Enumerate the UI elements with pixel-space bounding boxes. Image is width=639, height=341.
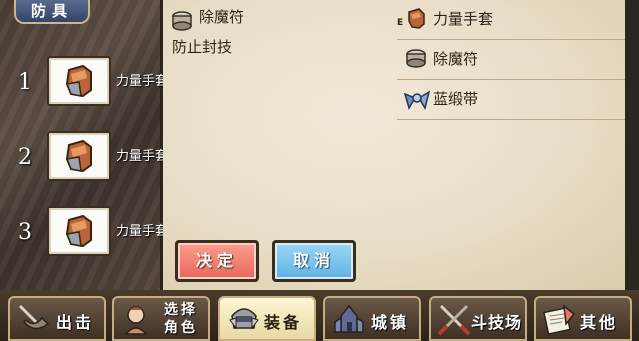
nav-tab-other[interactable]: 其他 — [534, 296, 632, 341]
list-item-label: 除魔符 — [433, 50, 479, 68]
equip-slot-2[interactable]: 2 力量手套 — [0, 131, 163, 189]
slot-item-name: 力量手套 — [116, 224, 163, 239]
slot-item-name: 力量手套 — [116, 74, 163, 89]
arena-icon — [437, 304, 471, 336]
nav-tab-town[interactable]: 城镇 — [323, 296, 421, 341]
detail-item-name: 除魔符 — [199, 8, 245, 26]
nav-tab-label: 出击 — [56, 313, 95, 332]
character-icon — [124, 306, 148, 335]
other-icon — [543, 304, 576, 335]
slot-item-name: 力量手套 — [116, 149, 163, 164]
nav-tab-equipment[interactable]: 装备 — [218, 296, 316, 341]
equip-slot-1[interactable]: 1 力量手套 — [0, 56, 163, 114]
list-item[interactable]: 除魔符 — [397, 40, 625, 80]
slot-number: 1 — [18, 70, 32, 95]
nav-tab-label: 斗技场 — [471, 313, 523, 332]
gauntlet-icon — [65, 64, 92, 98]
amulet-icon — [172, 11, 192, 31]
list-item[interactable]: E 力量手套 — [397, 0, 625, 40]
nav-tab-label: 城镇 — [371, 313, 410, 332]
equipment-icon — [229, 308, 259, 330]
gauntlet-icon — [65, 214, 92, 248]
panel-edge — [625, 0, 639, 290]
equip-slot-3[interactable]: 3 力量手套 — [0, 206, 163, 264]
list-item[interactable]: 蓝缎带 — [397, 80, 625, 120]
gauntlet-icon — [408, 8, 425, 29]
slot-item-box[interactable] — [47, 206, 111, 256]
gauntlet-icon — [65, 139, 92, 173]
slot-item-box[interactable] — [47, 131, 111, 181]
town-icon — [334, 304, 364, 333]
sortie-icon — [18, 304, 50, 330]
category-tag[interactable]: 防具 — [14, 0, 90, 24]
slot-number: 2 — [18, 145, 32, 170]
slot-item-box[interactable] — [47, 56, 111, 106]
ribbon-icon — [403, 90, 431, 110]
cancel-button[interactable]: 取消 — [272, 240, 356, 282]
list-item-label: 力量手套 — [433, 10, 494, 28]
nav-tab-label: 装备 — [264, 313, 303, 332]
detail-item-description: 防止封技 — [172, 38, 233, 56]
nav-tab-character-select[interactable]: 选择 角色 — [112, 296, 210, 341]
confirm-button[interactable]: 决定 — [175, 240, 259, 282]
slot-number: 3 — [18, 220, 32, 245]
list-item-label: 蓝缎带 — [433, 90, 479, 108]
amulet-icon — [406, 49, 426, 68]
nav-tab-label: 其他 — [580, 313, 619, 332]
nav-tab-arena[interactable]: 斗技场 — [429, 296, 527, 341]
nav-tab-label: 选择 角色 — [164, 302, 198, 336]
nav-tab-sortie[interactable]: 出击 — [8, 296, 106, 341]
